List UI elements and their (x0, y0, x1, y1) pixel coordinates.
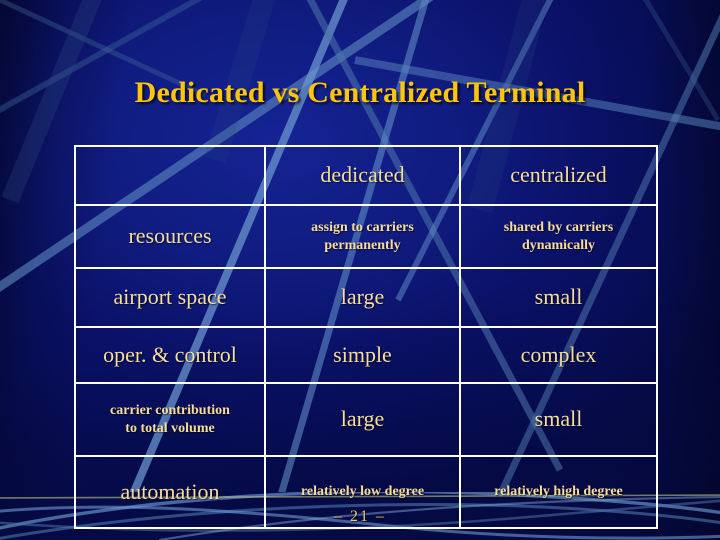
table-row: airport space large small (74, 267, 658, 328)
cell-centralized-airport-space: small (459, 267, 658, 328)
cell-dedicated-oper-control: simple (264, 326, 461, 384)
cell-centralized-oper-control: complex (459, 326, 658, 384)
cell-line-2: dynamically (521, 237, 596, 253)
presentation-slide: Dedicated vs Centralized Terminal dedica… (0, 0, 720, 540)
cell-centralized-carrier-contribution: small (459, 382, 658, 457)
row-label-airport-space: airport space (74, 267, 266, 328)
row-label-resources: resources (74, 204, 266, 269)
table-row: oper. & control simple complex (74, 326, 658, 384)
header-cell-centralized: centralized (459, 145, 658, 206)
header-cell-corner (74, 145, 266, 206)
cell-line-1: assign to carriers (311, 220, 414, 236)
row-label-line-2: to total volume (125, 420, 215, 436)
cell-dedicated-carrier-contribution: large (264, 382, 461, 457)
cell-dedicated-airport-space: large (264, 267, 461, 328)
row-label-oper-control: oper. & control (74, 326, 266, 384)
cell-centralized-resources: shared by carriers dynamically (459, 204, 658, 269)
comparison-table-container: dedicated centralized resources assign t… (74, 145, 658, 529)
comparison-table: dedicated centralized resources assign t… (74, 145, 658, 529)
table-row: resources assign to carriers permanently… (74, 204, 658, 269)
cell-dedicated-resources: assign to carriers permanently (264, 204, 461, 269)
table-row: carrier contribution to total volume lar… (74, 382, 658, 457)
row-label-carrier-contribution: carrier contribution to total volume (74, 382, 266, 457)
header-cell-dedicated: dedicated (264, 145, 461, 206)
cell-line-2: permanently (324, 237, 401, 253)
slide-title: Dedicated vs Centralized Terminal (134, 76, 586, 109)
cell-line-1: shared by carriers (503, 220, 614, 236)
row-label-line-1: carrier contribution (110, 403, 230, 419)
slide-page-number: – 21 – (334, 508, 386, 525)
table-header-row: dedicated centralized (74, 145, 658, 206)
